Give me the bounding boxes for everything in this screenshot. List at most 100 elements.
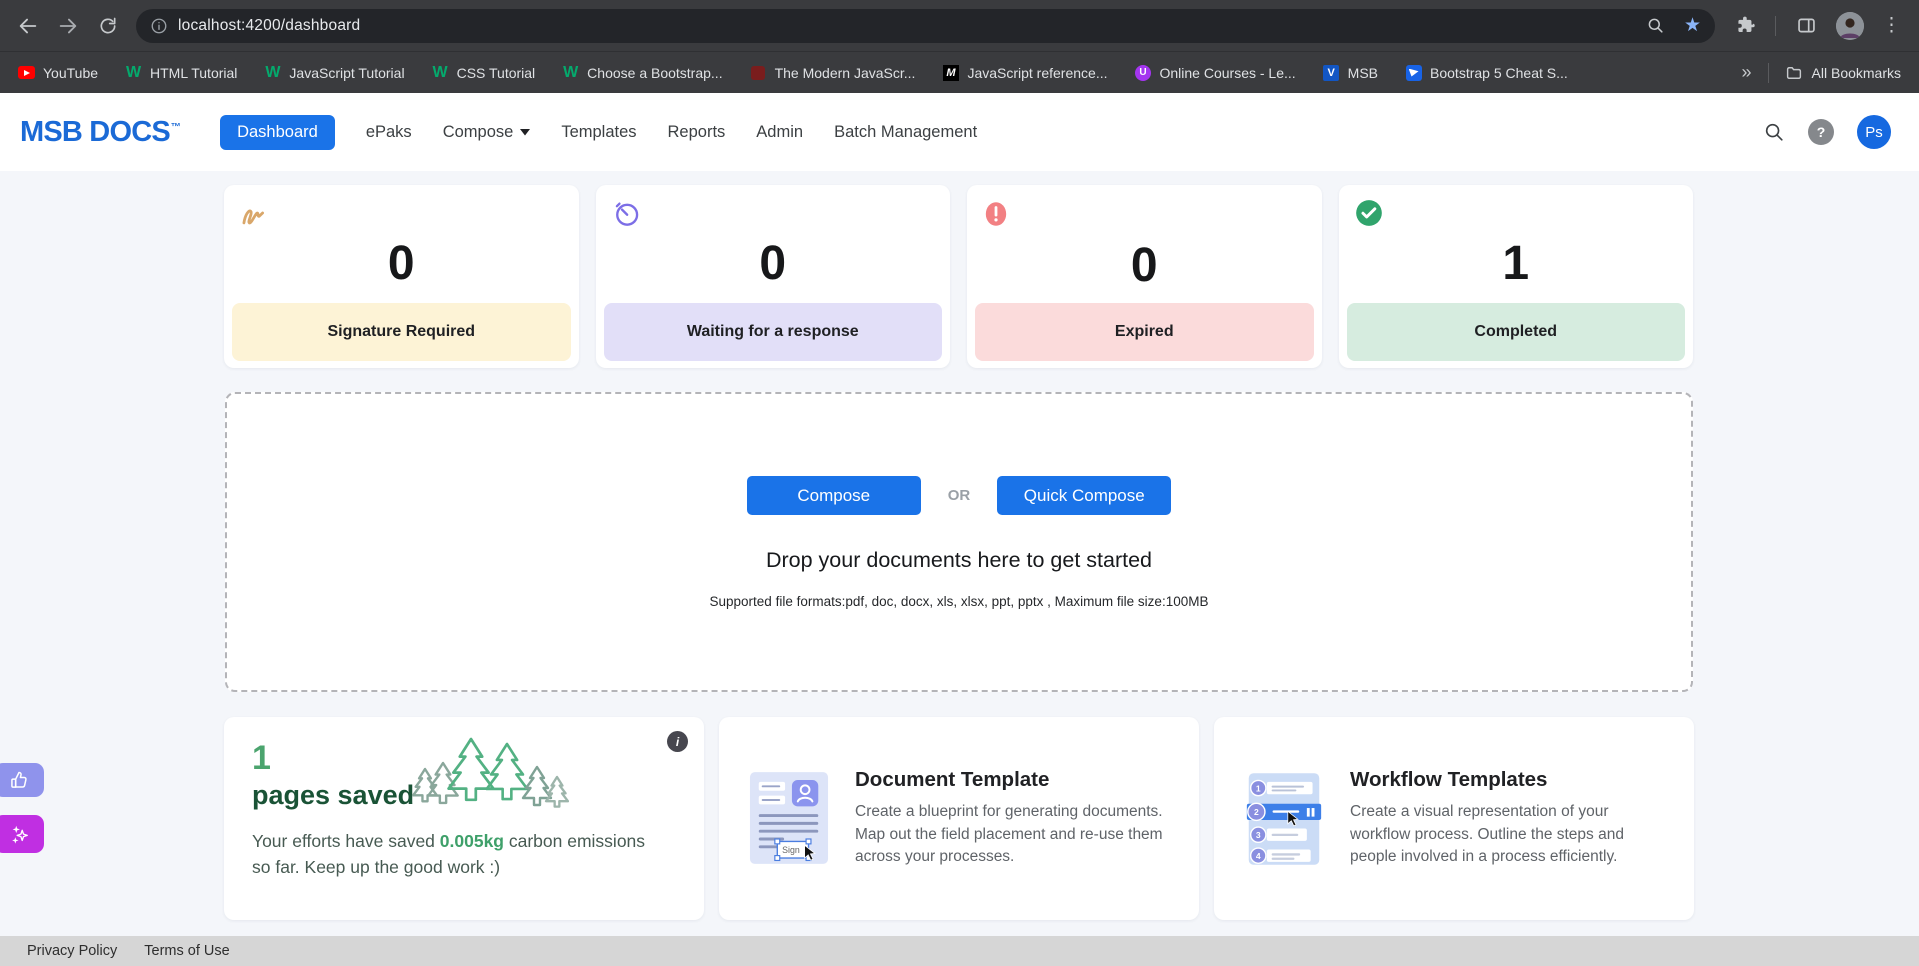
search-icon[interactable] — [1763, 121, 1785, 143]
document-template-description: Create a blueprint for generating docume… — [855, 801, 1177, 868]
stat-label: Signature Required — [232, 303, 571, 361]
stat-card-waiting-response[interactable]: 0 Waiting for a response — [596, 185, 951, 368]
bookmark-mdn[interactable]: M JavaScript reference... — [942, 64, 1107, 81]
refresh-icon[interactable] — [96, 14, 120, 38]
bookmark-label: YouTube — [43, 65, 98, 81]
bookmark-modern-js[interactable]: The Modern JavaScr... — [750, 64, 916, 81]
url-bar[interactable]: localhost:4200/dashboard ★ — [136, 9, 1715, 43]
terms-of-use-link[interactable]: Terms of Use — [144, 943, 229, 959]
nav-item-label: Compose — [443, 123, 514, 142]
stat-label: Completed — [1347, 303, 1686, 361]
step-number: 4 — [1256, 851, 1261, 861]
stat-value: 0 — [612, 240, 935, 288]
step-number: 2 — [1254, 807, 1259, 817]
privacy-policy-link[interactable]: Privacy Policy — [27, 943, 117, 959]
site-info-icon[interactable] — [150, 17, 168, 35]
sparkles-icon — [8, 823, 30, 845]
udemy-icon: U — [1135, 64, 1152, 81]
toolbar-divider — [1775, 16, 1776, 36]
side-panel-icon[interactable] — [1794, 14, 1818, 38]
menu-dots-icon[interactable]: ⋮ — [1882, 16, 1901, 35]
document-template-card[interactable]: Sign Document Template Create a blueprin… — [719, 717, 1199, 920]
stat-label: Expired — [975, 303, 1314, 361]
ai-sparkles-button[interactable] — [0, 815, 44, 853]
help-icon[interactable]: ? — [1808, 119, 1834, 145]
check-circle-icon — [1355, 199, 1383, 227]
document-template-icon: Sign — [749, 770, 829, 868]
document-template-title: Document Template — [855, 768, 1177, 792]
stat-card-expired[interactable]: 0 Expired — [967, 185, 1322, 368]
bookmark-html-tutorial[interactable]: W HTML Tutorial — [125, 64, 237, 81]
signature-squiggle-icon — [240, 199, 270, 227]
bookmark-label: Choose a Bootstrap... — [587, 65, 722, 81]
nav-item-reports[interactable]: Reports — [668, 123, 726, 142]
zoom-search-icon[interactable] — [1644, 14, 1668, 38]
or-label: OR — [948, 487, 971, 504]
mdn-icon: M — [942, 64, 959, 81]
dropzone-buttons: Compose OR Quick Compose — [227, 476, 1691, 515]
nav-right-actions: ? Ps — [1763, 115, 1891, 149]
nav-item-batch-management[interactable]: Batch Management — [834, 123, 977, 142]
compose-button[interactable]: Compose — [747, 476, 921, 515]
nav-item-dashboard[interactable]: Dashboard — [220, 115, 335, 150]
url-text[interactable]: localhost:4200/dashboard — [178, 17, 1644, 35]
bookmark-bootstrap-cheat[interactable]: Bootstrap 5 Cheat S... — [1405, 64, 1568, 81]
bookmark-msb[interactable]: V MSB — [1323, 64, 1378, 81]
all-bookmarks-label: All Bookmarks — [1812, 65, 1901, 81]
msb-docs-logo[interactable]: MSB DOCS™ — [20, 116, 180, 149]
browser-nav-buttons — [0, 14, 136, 38]
w3schools-icon: W — [125, 64, 142, 81]
nav-items: Dashboard ePaks Compose Templates Report… — [220, 115, 977, 150]
bookmark-label: MSB — [1348, 65, 1378, 81]
alert-exclamation-icon — [983, 199, 1009, 229]
stat-label: Waiting for a response — [604, 303, 943, 361]
info-icon[interactable]: i — [667, 731, 688, 752]
bookmark-youtube[interactable]: YouTube — [18, 64, 98, 81]
step-number: 1 — [1256, 783, 1261, 793]
back-icon[interactable] — [16, 14, 40, 38]
nav-item-templates[interactable]: Templates — [561, 123, 636, 142]
app-navbar: MSB DOCS™ Dashboard ePaks Compose Templa… — [0, 93, 1919, 171]
workflow-templates-card[interactable]: 1 2 3 4 Workflow Templates Create a visu… — [1214, 717, 1694, 920]
bootstrap-icon — [1405, 64, 1422, 81]
workflow-templates-icon: 1 2 3 4 — [1244, 769, 1324, 869]
pages-saved-text: Your efforts have saved 0.005kg carbon e… — [252, 828, 660, 881]
stat-card-completed[interactable]: 1 Completed — [1339, 185, 1694, 368]
profile-avatar[interactable] — [1836, 12, 1864, 40]
feedback-thumbs-up-button[interactable] — [0, 763, 44, 797]
trees-icon — [409, 727, 569, 819]
user-avatar[interactable]: Ps — [1857, 115, 1891, 149]
stats-row: 0 Signature Required 0 Waiting for a res… — [224, 185, 1693, 368]
youtube-icon — [18, 64, 35, 81]
bookmark-star-icon[interactable]: ★ — [1684, 16, 1701, 35]
all-bookmarks-button[interactable]: All Bookmarks — [1785, 64, 1901, 82]
stat-card-signature-required[interactable]: 0 Signature Required — [224, 185, 579, 368]
bookmark-label: The Modern JavaScr... — [775, 65, 916, 81]
bookmark-label: JavaScript reference... — [967, 65, 1107, 81]
bookmarks-bar: YouTube W HTML Tutorial W JavaScript Tut… — [0, 51, 1919, 93]
javascript-info-icon — [750, 64, 767, 81]
nav-item-epaks[interactable]: ePaks — [366, 123, 412, 142]
timer-icon — [612, 199, 640, 227]
extensions-icon[interactable] — [1733, 14, 1757, 38]
forward-icon[interactable] — [56, 14, 80, 38]
logo-text: MSB DOCS — [20, 116, 170, 148]
eco-text-before: Your efforts have saved — [252, 831, 440, 851]
nav-item-admin[interactable]: Admin — [756, 123, 803, 142]
quick-compose-button[interactable]: Quick Compose — [997, 476, 1171, 515]
bookmark-js-tutorial[interactable]: W JavaScript Tutorial — [264, 64, 404, 81]
pages-saved-card[interactable]: 1 pages saved i Your efforts have saved … — [224, 717, 704, 920]
step-number: 3 — [1256, 830, 1261, 840]
bookmark-css-tutorial[interactable]: W CSS Tutorial — [432, 64, 536, 81]
sign-label: Sign — [782, 845, 800, 855]
document-dropzone[interactable]: Compose OR Quick Compose Drop your docum… — [225, 392, 1693, 692]
bookmark-label: HTML Tutorial — [150, 65, 237, 81]
nav-item-compose[interactable]: Compose — [443, 123, 531, 142]
stat-value: 1 — [1355, 240, 1678, 288]
bookmark-udemy[interactable]: U Online Courses - Le... — [1135, 64, 1296, 81]
dropzone-formats: Supported file formats:pdf, doc, docx, x… — [227, 594, 1691, 609]
bookmarks-overflow-icon[interactable]: » — [1742, 62, 1752, 83]
stat-value: 0 — [240, 240, 563, 288]
bookmark-label: Online Courses - Le... — [1160, 65, 1296, 81]
bookmark-bootstrap-choose[interactable]: W Choose a Bootstrap... — [562, 64, 722, 81]
